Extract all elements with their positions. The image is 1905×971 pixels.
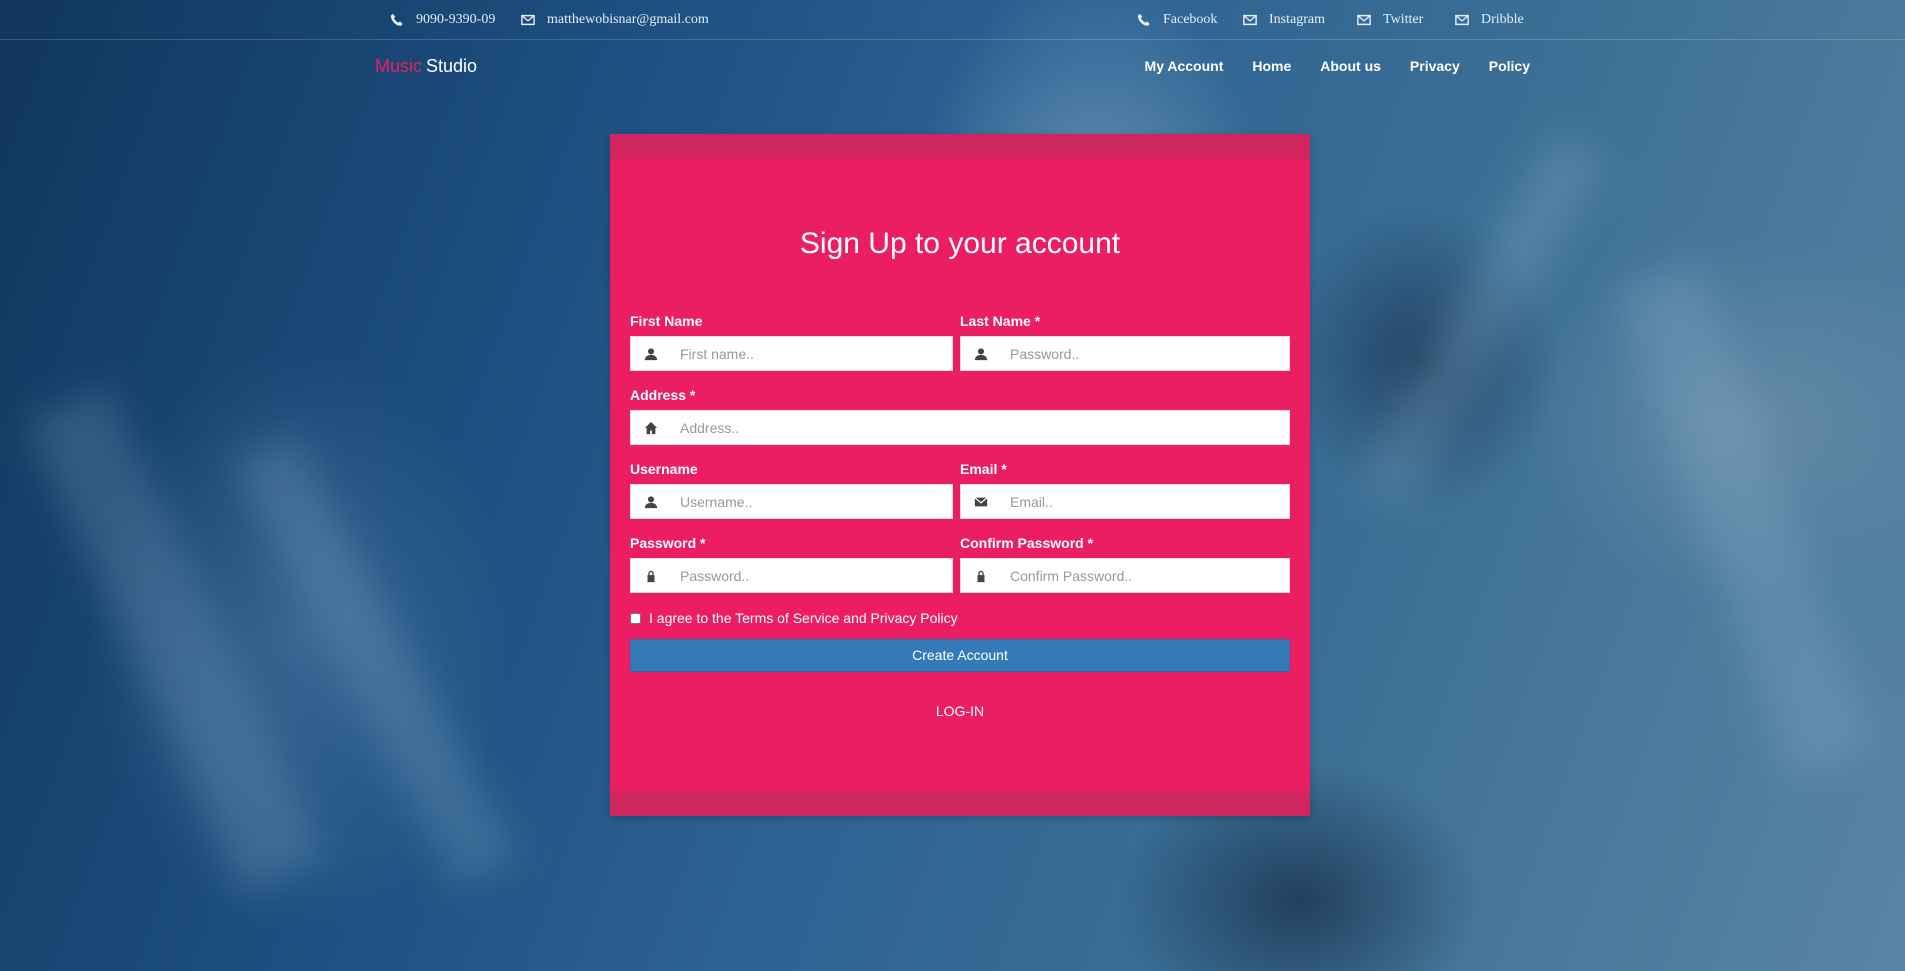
nav-privacy[interactable]: Privacy xyxy=(1410,58,1460,74)
phone-number: 9090-9390-09 xyxy=(416,12,496,27)
signup-card: Sign Up to your account First Name Last … xyxy=(610,134,1310,816)
envelope-icon xyxy=(1455,14,1469,26)
page-title: Sign Up to your account xyxy=(799,227,1121,260)
create-account-button[interactable]: Create Account xyxy=(630,639,1290,672)
email-label: Email * xyxy=(960,461,1007,477)
address-input[interactable] xyxy=(671,412,1289,443)
last-name-input[interactable] xyxy=(1001,338,1289,369)
terms-agreement: I agree to the Terms of Service and Priv… xyxy=(630,610,958,626)
envelope-icon xyxy=(1357,14,1371,26)
first-name-label: First Name xyxy=(630,313,703,329)
last-name-label: Last Name * xyxy=(960,313,1041,329)
brand-part-studio: Studio xyxy=(426,56,478,76)
social-dribble[interactable]: Dribble xyxy=(1455,12,1524,28)
social-label: Dribble xyxy=(1481,12,1524,27)
email-input[interactable] xyxy=(1001,486,1289,517)
password-group: Password * xyxy=(630,536,953,593)
phone-contact: 9090-9390-09 xyxy=(390,12,495,28)
first-name-group: First Name xyxy=(630,314,953,371)
user-icon xyxy=(631,485,671,518)
lock-icon xyxy=(961,559,1001,592)
username-input[interactable] xyxy=(671,486,952,517)
confirm-password-input[interactable] xyxy=(1001,560,1289,591)
address-label: Address * xyxy=(630,387,696,403)
envelope-icon xyxy=(961,485,1001,518)
brand-logo[interactable]: Music Studio xyxy=(375,56,477,77)
social-label: Facebook xyxy=(1163,12,1218,27)
phone-icon xyxy=(390,13,403,26)
email-contact[interactable]: matthewobisnar@gmail.com xyxy=(521,12,709,28)
nav-home[interactable]: Home xyxy=(1252,58,1291,74)
password-label: Password * xyxy=(630,535,706,551)
envelope-icon xyxy=(521,14,535,26)
user-icon xyxy=(631,337,671,370)
social-label: Twitter xyxy=(1383,12,1424,27)
email-address: matthewobisnar@gmail.com xyxy=(547,12,709,27)
first-name-input[interactable] xyxy=(671,338,952,369)
confirm-password-group: Confirm Password * xyxy=(960,536,1290,593)
login-link[interactable]: LOG-IN xyxy=(610,703,1310,719)
phone-icon xyxy=(1137,13,1150,26)
card-bottom-band xyxy=(610,791,1310,816)
nav-my-account[interactable]: My Account xyxy=(1145,58,1224,74)
brand-part-music: Music xyxy=(375,56,423,76)
envelope-icon xyxy=(1243,14,1257,26)
email-group: Email * xyxy=(960,462,1290,519)
terms-checkbox[interactable] xyxy=(630,612,641,624)
confirm-password-label: Confirm Password * xyxy=(960,535,1094,551)
main-navbar: Music Studio My Account Home About us Pri… xyxy=(0,40,1905,90)
card-top-band xyxy=(610,134,1310,159)
last-name-group: Last Name * xyxy=(960,314,1290,371)
nav-about-us[interactable]: About us xyxy=(1320,58,1381,74)
nav-menu: My Account Home About us Privacy Policy xyxy=(1145,58,1530,74)
terms-label: I agree to the Terms of Service and Priv… xyxy=(649,610,958,626)
address-group: Address * xyxy=(630,388,1290,445)
nav-policy[interactable]: Policy xyxy=(1489,58,1530,74)
username-label: Username xyxy=(630,461,698,477)
social-facebook[interactable]: Facebook xyxy=(1137,12,1217,28)
social-label: Instagram xyxy=(1269,12,1325,27)
username-group: Username xyxy=(630,462,953,519)
social-instagram[interactable]: Instagram xyxy=(1243,12,1325,28)
user-icon xyxy=(961,337,1001,370)
social-twitter[interactable]: Twitter xyxy=(1357,12,1423,28)
top-contact-bar: 9090-9390-09 matthewobisnar@gmail.com Fa… xyxy=(0,0,1905,40)
lock-icon xyxy=(631,559,671,592)
home-icon xyxy=(631,411,671,444)
password-input[interactable] xyxy=(671,560,952,591)
